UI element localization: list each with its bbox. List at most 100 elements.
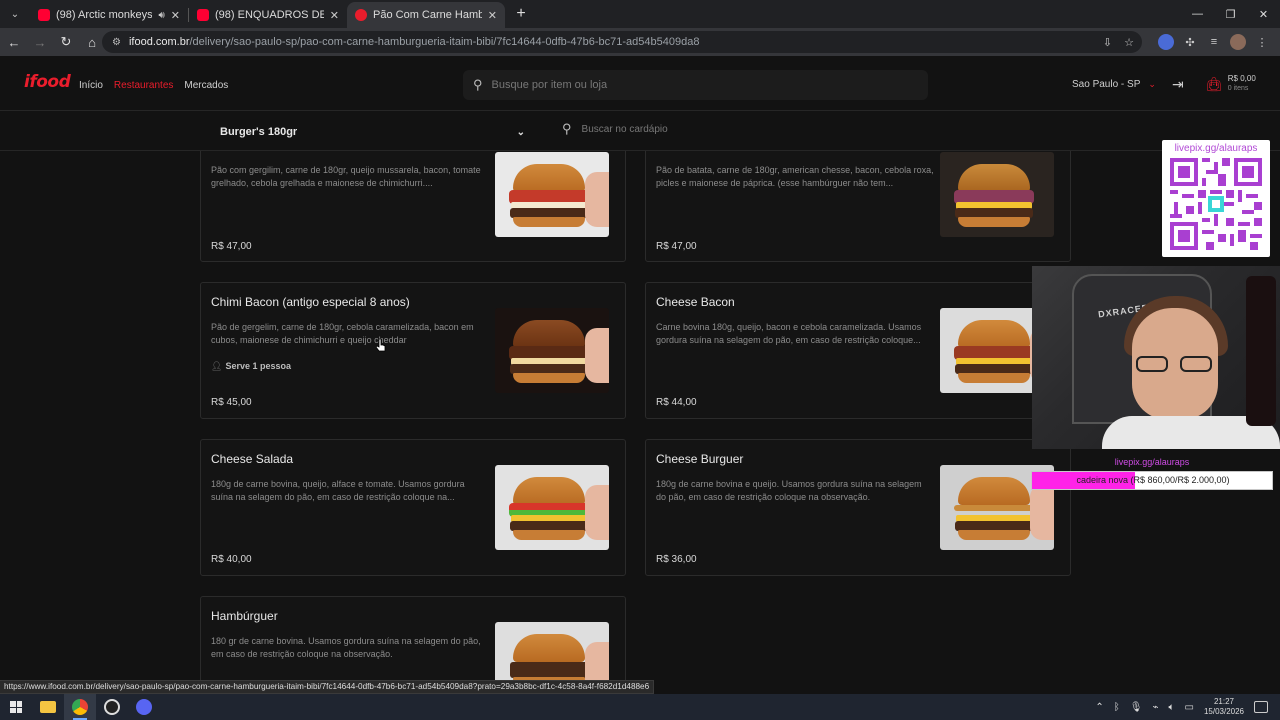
product-image	[495, 465, 609, 550]
forward-button[interactable]: →	[28, 30, 52, 54]
youtube-icon	[38, 9, 50, 21]
address-bar[interactable]: ⚙ ifood.com.br/delivery/sao-paulo-sp/pao…	[102, 31, 1142, 53]
volume-icon[interactable]: 🔈︎	[1169, 702, 1175, 713]
chevron-up-icon[interactable]: ⌃	[1095, 702, 1103, 713]
browser-tab[interactable]: (98) ENQUADROS DE MOTO (E ✕	[189, 2, 347, 28]
close-icon[interactable]: ✕	[330, 9, 339, 22]
main-nav: Início Restaurantes Mercados	[79, 80, 228, 91]
close-icon[interactable]: ✕	[488, 9, 497, 22]
product-image	[495, 152, 609, 237]
product-image	[495, 308, 609, 393]
browser-tab-active[interactable]: Pão Com Carne Hamburgueria ✕	[347, 2, 505, 28]
cart-items-count: 0 itens	[1227, 85, 1249, 92]
site-search-box[interactable]: ⚲	[463, 70, 928, 100]
product-name: Cheese Salada	[211, 452, 294, 466]
bookmark-star-icon[interactable]: ☆	[1124, 36, 1134, 49]
nav-mercados[interactable]: Mercados	[184, 80, 228, 91]
vpn-extension-icon[interactable]	[1158, 34, 1174, 50]
product-image	[940, 152, 1054, 237]
obs-icon	[104, 699, 120, 715]
chevron-down-icon: ⌄	[516, 126, 525, 138]
chrome-icon	[72, 699, 88, 715]
site-search-input[interactable]	[491, 79, 892, 91]
search-icon: ⚲	[473, 77, 483, 92]
start-button[interactable]	[0, 694, 32, 720]
product-description: Pão de gergelim, carne de 180gr, cebola …	[211, 322, 474, 345]
close-window-icon[interactable]: ✕	[1247, 0, 1280, 28]
new-tab-button[interactable]: +	[509, 2, 533, 26]
search-icon: ⚲	[562, 121, 572, 136]
file-explorer-button[interactable]	[32, 694, 64, 720]
battery-icon[interactable]: ▭	[1185, 702, 1194, 713]
clock-date: 15/03/2026	[1203, 707, 1244, 716]
nav-inicio[interactable]: Início	[79, 80, 103, 91]
menu-search-box[interactable]: ⚲	[562, 121, 882, 137]
qr-code-image	[1170, 158, 1262, 250]
product-card[interactable]: Chimi Bacon (antigo especial 8 anos) Pão…	[200, 282, 626, 419]
speaker-icon[interactable]: 🔊︎	[158, 10, 164, 21]
shopping-bag-icon: 👜︎	[1205, 75, 1223, 92]
url-host: ifood.com.br	[128, 36, 190, 48]
restore-icon[interactable]: ❐	[1214, 0, 1247, 28]
chrome-taskbar-button[interactable]	[64, 694, 96, 720]
site-info-icon[interactable]: ⚙	[112, 37, 121, 48]
discord-taskbar-button[interactable]	[128, 694, 160, 720]
close-icon[interactable]: ✕	[171, 9, 180, 22]
back-button[interactable]: ←	[2, 30, 26, 54]
qr-title: livepix.gg/alauraps	[1174, 143, 1258, 154]
extensions-area: ✣ ≡ ⋮	[1158, 28, 1280, 56]
location-selector[interactable]: Sao Paulo - SP ⌄	[1072, 79, 1156, 90]
cart-total: R$ 0,00	[1227, 74, 1256, 83]
tab-search-icon[interactable]: ⌄	[4, 3, 26, 25]
folder-icon	[40, 701, 56, 713]
product-card[interactable]: Pão com gergilim, carne de 180gr, queijo…	[200, 151, 626, 262]
category-label: Burger's 180gr	[220, 126, 298, 138]
minimize-icon[interactable]: —	[1181, 0, 1214, 28]
obs-taskbar-button[interactable]	[96, 694, 128, 720]
category-dropdown[interactable]: Burger's 180gr ⌄	[220, 126, 525, 138]
product-card[interactable]: Cheese Bacon Carne bovina 180g, queijo, …	[645, 282, 1071, 419]
serves-label: 👤︎ Serve 1 pessoa	[211, 361, 291, 372]
browser-tab[interactable]: (98) Arctic monkeys playlist 🔊︎ ✕	[30, 2, 188, 28]
microphone-icon[interactable]: 🎙︎	[1130, 702, 1143, 713]
ifood-logo[interactable]: ifood	[24, 72, 71, 92]
login-icon[interactable]: ⇥	[1172, 76, 1184, 93]
bluetooth-icon[interactable]: ᛒ	[1114, 702, 1120, 713]
donation-goal-bar: cadeira nova (R$ 860,00/R$ 2.000,00)	[1031, 471, 1273, 490]
tab-title: (98) Arctic monkeys playlist	[56, 9, 153, 21]
product-card[interactable]: Cheese Salada 180g de carne bovina, quei…	[200, 439, 626, 576]
product-name: Cheese Burguer	[656, 452, 744, 466]
chevron-down-icon: ⌄	[1148, 79, 1156, 89]
clock[interactable]: 21:27 15/03/2026	[1204, 697, 1244, 717]
profile-avatar[interactable]	[1230, 34, 1246, 50]
product-card[interactable]: Hambúrguer 180 gr de carne bovina. Usamo…	[200, 596, 626, 680]
product-description: Pão com gergilim, carne de 180gr, queijo…	[211, 165, 481, 188]
reload-button[interactable]: ↻	[54, 30, 78, 54]
product-price: R$ 45,00	[211, 397, 252, 408]
hand-cursor-icon	[376, 338, 386, 352]
product-name: Cheese Bacon	[656, 295, 735, 309]
network-icon[interactable]: ⌁	[1152, 702, 1158, 713]
livepix-qr-panel: livepix.gg/alauraps	[1162, 140, 1270, 257]
product-description: 180g de carne bovina, queijo, alface e t…	[211, 479, 465, 502]
home-button[interactable]: ⌂	[80, 30, 104, 54]
menu-search-input[interactable]	[581, 123, 882, 135]
cart-button[interactable]: 👜︎ R$ 0,00 0 itens	[1205, 74, 1256, 94]
product-image	[495, 622, 609, 680]
product-description: Carne bovina 180g, queijo, bacon e cebol…	[656, 322, 922, 345]
nav-restaurantes[interactable]: Restaurantes	[114, 80, 173, 91]
browser-toolbar: ← → ↻ ⌂ ⚙ ifood.com.br/delivery/sao-paul…	[0, 28, 1280, 56]
product-price: R$ 36,00	[656, 554, 697, 565]
extensions-puzzle-icon[interactable]: ✣	[1182, 34, 1198, 50]
product-card[interactable]: Pão de batata, carne de 180gr, american …	[645, 151, 1071, 262]
product-name: Chimi Bacon (antigo especial 8 anos)	[211, 295, 410, 309]
product-description: 180 gr de carne bovina. Usamos gordura s…	[211, 636, 481, 659]
browser-menu-icon[interactable]: ⋮	[1254, 34, 1270, 50]
notification-icon[interactable]	[1254, 701, 1268, 713]
glasses	[1136, 356, 1214, 372]
reading-list-icon[interactable]: ≡	[1206, 34, 1222, 50]
install-app-icon[interactable]: ⇩	[1103, 36, 1112, 49]
clock-time: 21:27	[1213, 697, 1234, 706]
product-card[interactable]: Cheese Burguer 180g de carne bovina e qu…	[645, 439, 1071, 576]
product-name: Hambúrguer	[211, 609, 278, 623]
